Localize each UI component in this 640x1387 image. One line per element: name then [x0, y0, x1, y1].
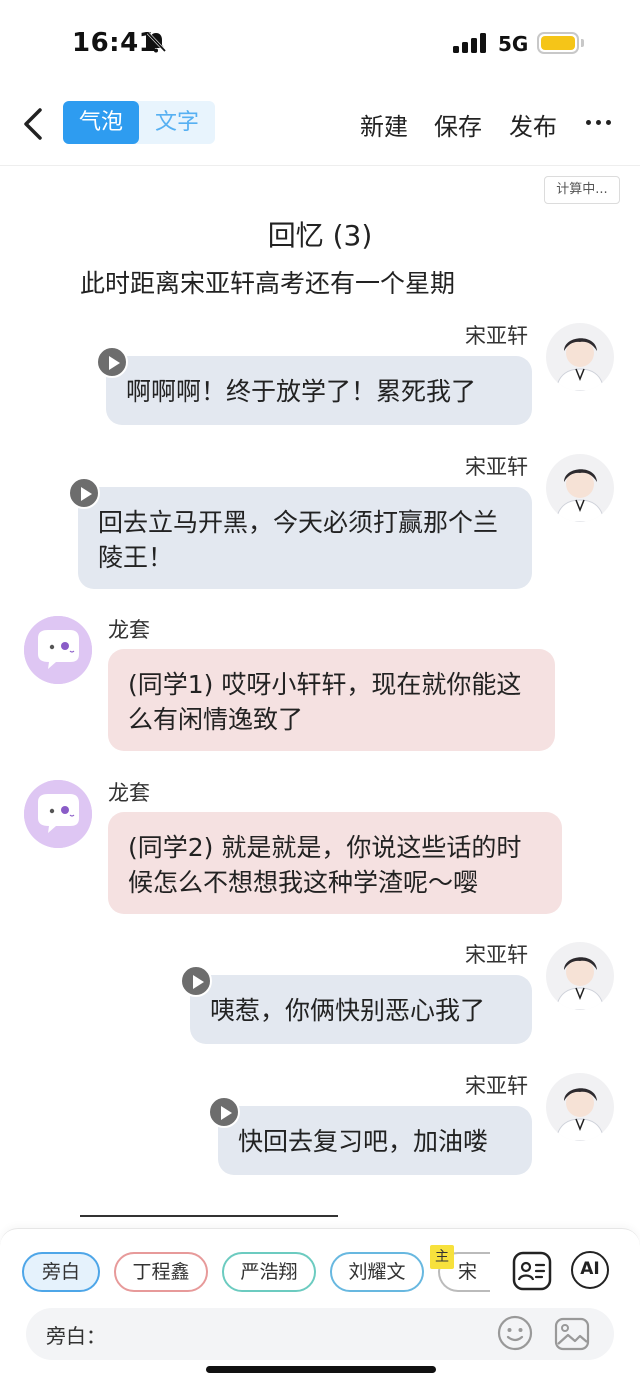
message-bubble[interactable]: 快回去复习吧，加油喽	[218, 1106, 532, 1175]
cellular-signal-icon	[453, 33, 486, 53]
narration-text[interactable]: 此时距离宋亚轩高考还有一个星期	[80, 264, 455, 300]
mode-bubble-button[interactable]: 气泡	[63, 101, 139, 144]
message-sender: 宋亚轩	[465, 455, 528, 479]
emoji-icon[interactable]	[496, 1314, 534, 1352]
input-role-prefix: 旁白：	[46, 1324, 106, 1348]
battery-tip	[581, 39, 584, 47]
main-character-badge: 主	[430, 1245, 454, 1269]
voice-play-icon[interactable]	[180, 965, 212, 997]
new-button[interactable]: 新建	[360, 107, 408, 142]
message-sender: 龙套	[108, 618, 150, 642]
message-bubble[interactable]: (同学2) 就是就是，你说这些话的时候怎么不想想我这种学渣呢～嘤	[108, 812, 562, 914]
message-bubble[interactable]: 啊啊啊！终于放学了！累死我了	[106, 356, 532, 425]
message-sender: 龙套	[108, 781, 150, 805]
message-input-bar: 旁白：	[26, 1308, 614, 1360]
chat-bubble-face-icon	[24, 780, 92, 848]
character-chip-narrator[interactable]: 旁白	[22, 1252, 100, 1292]
avatar[interactable]	[24, 616, 92, 684]
message-bubble[interactable]: 回去立马开黑，今天必须打赢那个兰陵王！	[78, 487, 532, 589]
character-avatar-image	[546, 942, 614, 1010]
home-indicator	[206, 1366, 436, 1373]
character-chip[interactable]: 丁程鑫	[114, 1252, 208, 1292]
voice-play-icon[interactable]	[208, 1096, 240, 1128]
character-card-icon[interactable]	[511, 1250, 553, 1292]
character-avatar-image	[546, 1073, 614, 1141]
message-sender: 宋亚轩	[465, 324, 528, 348]
message-sender: 宋亚轩	[465, 943, 528, 967]
calculating-badge: 计算中...	[544, 176, 620, 204]
network-type: 5G	[498, 32, 529, 56]
avatar[interactable]	[546, 323, 614, 391]
character-avatar-image	[546, 454, 614, 522]
bell-muted-icon	[146, 31, 167, 53]
status-bar: 16:41 5G	[0, 0, 640, 88]
message-bubble[interactable]: (同学1) 哎呀小轩轩，现在就你能这么有闲情逸致了	[108, 649, 555, 751]
mode-toggle: 气泡 文字	[63, 101, 215, 144]
avatar[interactable]	[546, 454, 614, 522]
publish-button[interactable]: 发布	[509, 107, 557, 142]
character-avatar-image	[546, 323, 614, 391]
voice-play-icon[interactable]	[96, 346, 128, 378]
mode-text-button[interactable]: 文字	[139, 101, 215, 144]
message-input[interactable]	[106, 1316, 486, 1352]
avatar[interactable]	[546, 942, 614, 1010]
battery-icon	[537, 32, 579, 54]
avatar[interactable]	[546, 1073, 614, 1141]
divider-line	[80, 1215, 338, 1217]
voice-play-icon[interactable]	[68, 477, 100, 509]
message-bubble[interactable]: 咦惹，你俩快别恶心我了	[190, 975, 532, 1044]
message-sender: 宋亚轩	[465, 1074, 528, 1098]
chat-bubble-face-icon	[24, 616, 92, 684]
story-title[interactable]: 回忆 (3)	[0, 214, 640, 254]
avatar[interactable]	[24, 780, 92, 848]
image-icon[interactable]	[553, 1315, 591, 1353]
ai-button[interactable]: AI	[571, 1251, 609, 1289]
nav-bar: 气泡 文字 新建 保存 发布	[0, 88, 640, 166]
more-options-icon[interactable]	[584, 110, 616, 134]
back-arrow-icon[interactable]	[14, 102, 54, 146]
character-chip[interactable]: 严浩翔	[222, 1252, 316, 1292]
character-chip[interactable]: 刘耀文	[330, 1252, 424, 1292]
save-button[interactable]: 保存	[434, 107, 482, 142]
